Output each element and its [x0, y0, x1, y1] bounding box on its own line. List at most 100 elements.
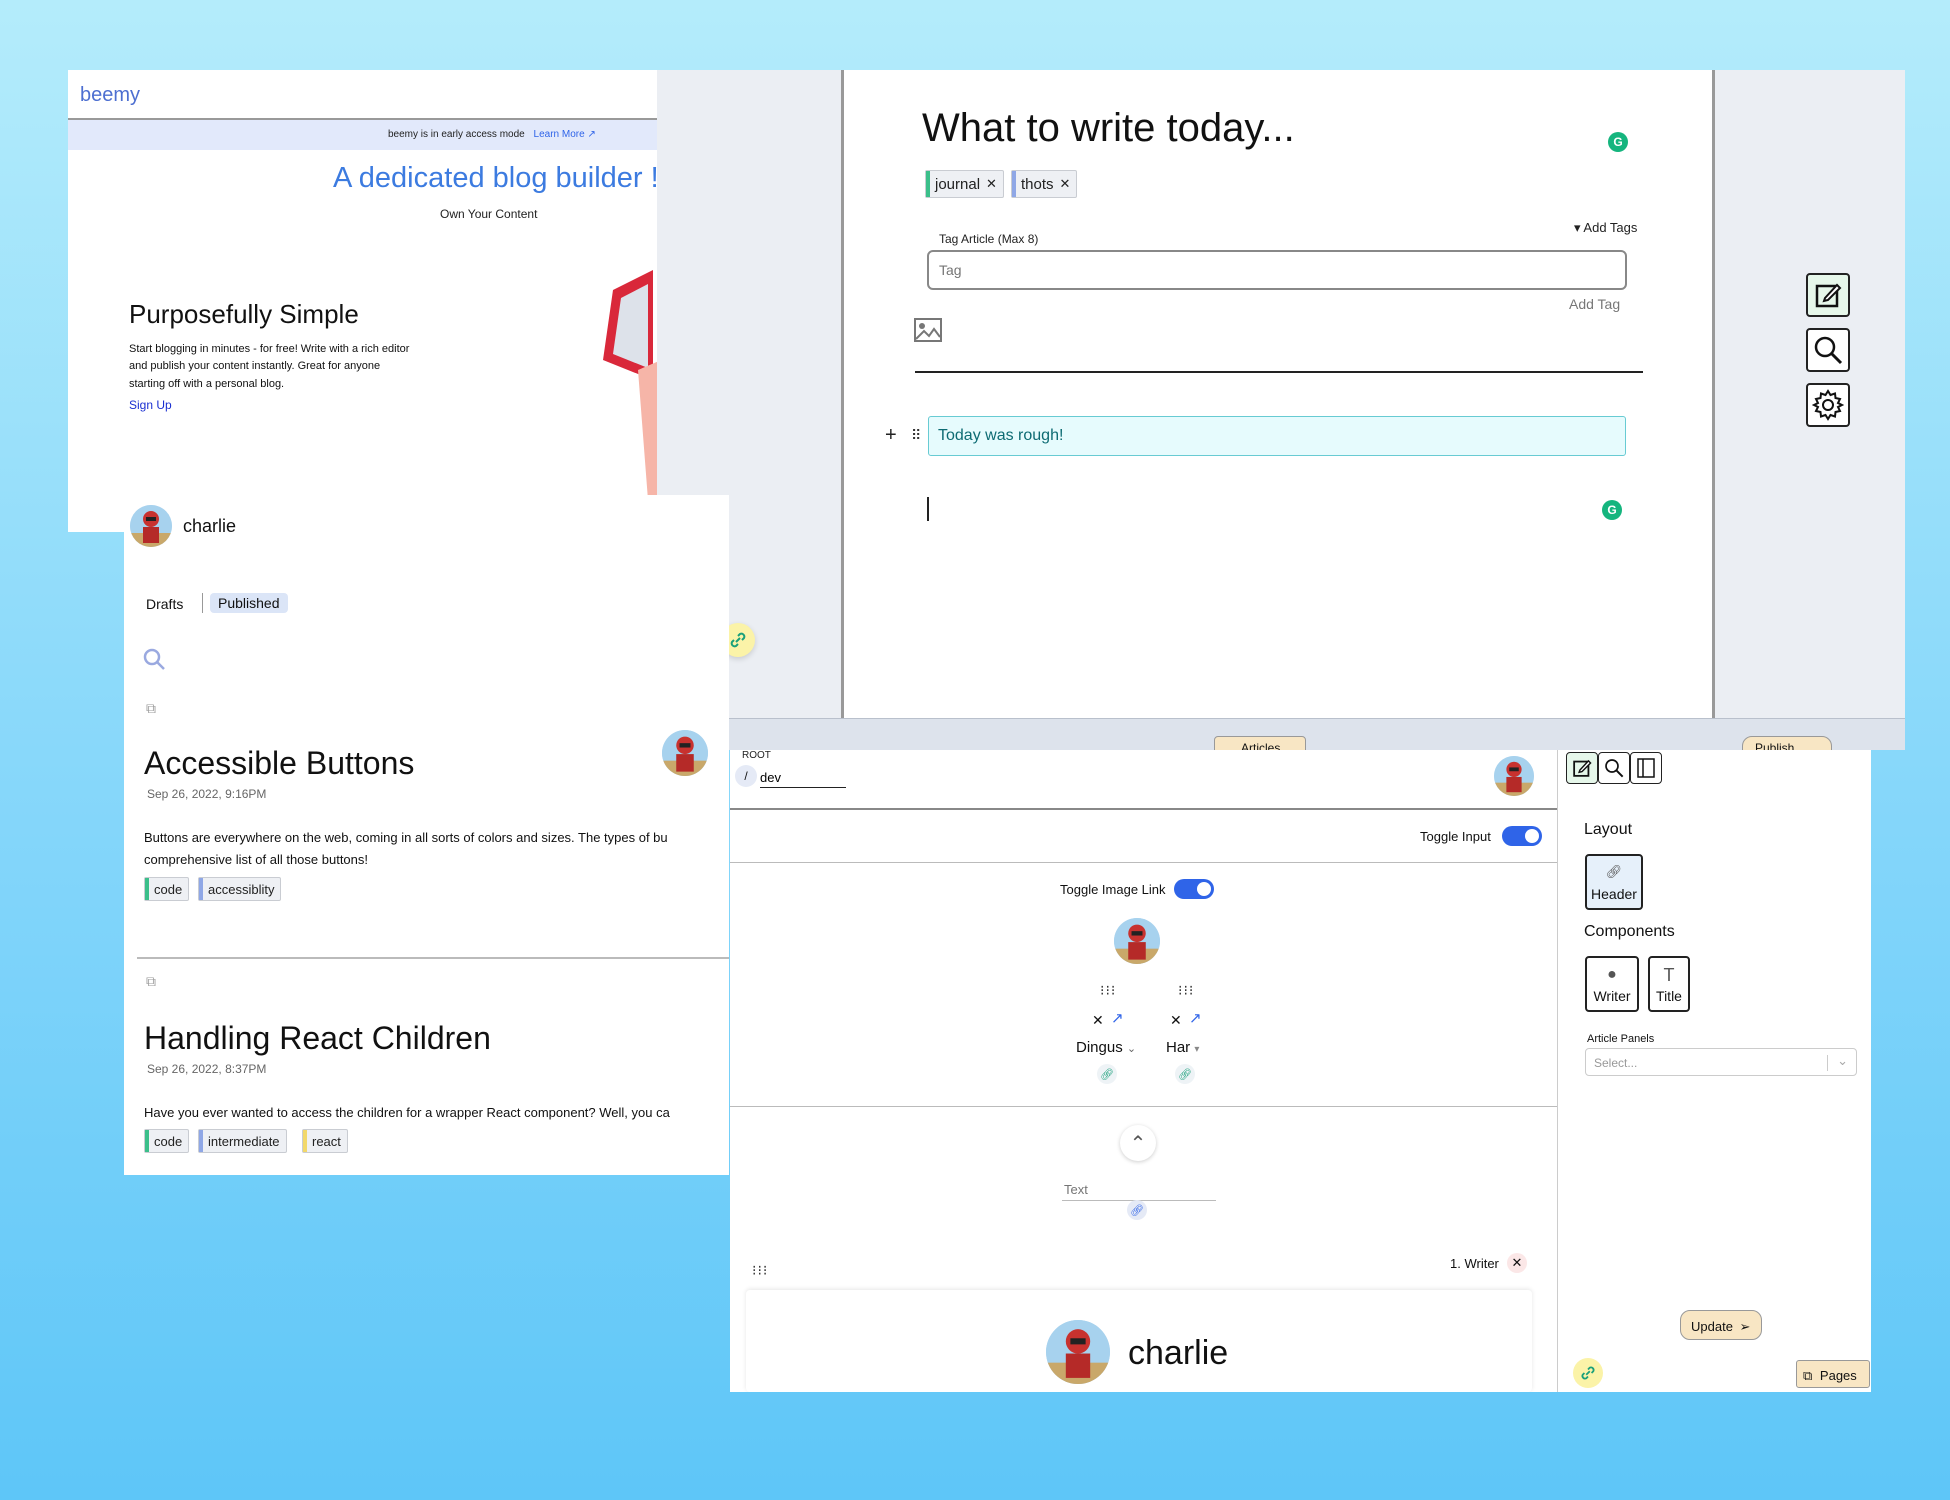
tag-thots[interactable]: thots ✕	[1011, 170, 1078, 198]
tag-accessiblity[interactable]: accessiblity	[198, 877, 282, 901]
drag-handle-icon[interactable]: ⁝⁝⁝	[1178, 982, 1194, 999]
external-link-icon[interactable]: ↗	[1189, 1009, 1202, 1027]
tool-search[interactable]	[1806, 328, 1850, 372]
article-title[interactable]: Handling React Children	[144, 1020, 491, 1057]
learn-more-link[interactable]: Learn More	[534, 129, 585, 140]
avatar[interactable]	[1114, 918, 1160, 964]
link-har-label: Har	[1166, 1039, 1191, 1056]
external-link-icon[interactable]: ↗	[1111, 1009, 1124, 1027]
feature-title: Purposefully Simple	[129, 299, 359, 329]
add-tags-toggle[interactable]: ▾ Add Tags	[1574, 220, 1637, 236]
edit-icon	[1815, 283, 1842, 308]
text-cursor	[927, 497, 929, 521]
image-icon[interactable]	[914, 318, 942, 342]
builder-rule-2	[730, 862, 1558, 863]
title-text-icon: T	[1663, 965, 1675, 985]
grammarly-icon[interactable]: G	[1608, 132, 1628, 152]
link-icon[interactable]: 🔗︎	[1097, 1064, 1117, 1084]
path-input[interactable]	[760, 767, 846, 788]
avatar[interactable]	[1494, 756, 1534, 796]
editor-divider	[915, 371, 1643, 373]
drag-handle-icon[interactable]: ⠿	[911, 427, 922, 444]
editor-window: What to write today... G journal ✕ thots…	[657, 70, 1905, 750]
copy-icon: ⧉	[1803, 1368, 1813, 1383]
root-label: ROOT	[742, 750, 771, 761]
article-panels-label: Article Panels	[1587, 1033, 1655, 1045]
avatar[interactable]	[1046, 1320, 1110, 1384]
signup-link[interactable]: Sign Up	[129, 398, 172, 412]
builder-header-rule	[730, 808, 1558, 810]
article-title[interactable]: Accessible Buttons	[144, 745, 414, 782]
drag-handle-icon[interactable]: ⁝⁝⁝	[752, 1262, 768, 1279]
editor-title[interactable]: What to write today...	[922, 106, 1295, 151]
tool-panel[interactable]	[1630, 752, 1662, 784]
avatar[interactable]	[130, 505, 172, 547]
close-icon[interactable]: ✕	[1170, 1012, 1182, 1029]
components-heading: Components	[1584, 923, 1675, 940]
avatar[interactable]	[662, 730, 708, 776]
feature-text-line-3: starting off with a personal blog.	[129, 378, 285, 390]
copy-icon[interactable]: ⧉	[146, 973, 156, 990]
tool-edit[interactable]	[1566, 752, 1598, 784]
chevron-down-icon: ⌄	[1126, 1043, 1137, 1055]
tag-code[interactable]: code	[144, 1129, 190, 1153]
tag-code[interactable]: code	[144, 877, 190, 901]
tool-edit[interactable]	[1806, 273, 1850, 317]
tab-drafts[interactable]: Drafts	[146, 596, 183, 612]
text-input[interactable]	[1062, 1178, 1216, 1201]
writer-label: 1. Writer	[1450, 1256, 1499, 1271]
articles-button[interactable]: Articles	[1214, 736, 1306, 750]
path-slash: /	[735, 765, 757, 787]
builder-rule-3	[730, 1106, 1558, 1107]
pages-button-label: Pages	[1819, 1368, 1857, 1383]
copy-icon[interactable]: ⧉	[146, 700, 156, 717]
content-block[interactable]: Today was rough!	[928, 416, 1626, 456]
link-dingus[interactable]: Dingus ⌄	[1076, 1039, 1136, 1056]
tag-intermediate[interactable]: intermediate	[198, 1129, 287, 1153]
share-link-icon[interactable]	[1573, 1358, 1603, 1388]
header-button[interactable]: 🔗︎ Header	[1585, 854, 1643, 910]
add-tag-button[interactable]: Add Tag	[1569, 296, 1620, 312]
toggle-image-link-switch[interactable]	[1174, 879, 1214, 899]
articles-label: Articles	[1241, 741, 1281, 750]
tab-published[interactable]: Published	[210, 593, 288, 613]
article-excerpt-2: comprehensive list of all those buttons!	[144, 852, 369, 867]
landing-logo[interactable]: beemy	[80, 84, 140, 107]
tag-react[interactable]: react	[302, 1129, 348, 1153]
pages-button[interactable]: ⧉ Pages	[1796, 1360, 1870, 1388]
drag-handle-icon[interactable]: ⁝⁝⁝	[1100, 982, 1116, 999]
toggle-image-link-label: Toggle Image Link	[1060, 882, 1166, 897]
toggle-input-switch[interactable]	[1502, 826, 1542, 846]
article-excerpt: Have you ever wanted to access the child…	[144, 1105, 670, 1120]
update-button[interactable]: Update ➢	[1680, 1310, 1762, 1340]
close-icon[interactable]: ✕	[1092, 1012, 1104, 1029]
link-icon[interactable]: 🔗︎	[1175, 1064, 1195, 1084]
title-button[interactable]: T Title	[1648, 956, 1690, 1012]
article-divider	[137, 957, 729, 959]
tag-input[interactable]	[927, 250, 1627, 290]
content-block-text: Today was rough!	[938, 427, 1064, 444]
sidebar-panel-icon	[1637, 758, 1655, 778]
link-icon[interactable]: 🔗︎	[1127, 1200, 1147, 1220]
writer-button[interactable]: ● Writer	[1585, 956, 1639, 1012]
tool-settings[interactable]	[1806, 383, 1850, 427]
link-dingus-label: Dingus	[1076, 1039, 1123, 1056]
grammarly-icon[interactable]: G	[1602, 500, 1622, 520]
writer-button-label: Writer	[1593, 988, 1631, 1004]
publish-button[interactable]: Publish	[1742, 736, 1832, 750]
tag-field-label: Tag Article (Max 8)	[939, 232, 1039, 246]
link-har[interactable]: Har ▾	[1166, 1039, 1199, 1056]
tool-search[interactable]	[1598, 752, 1630, 784]
search-icon[interactable]	[142, 647, 166, 671]
close-icon[interactable]: ✕	[986, 176, 997, 192]
profile-window: charlie Drafts Published ⧉ Accessible Bu…	[124, 495, 729, 1175]
layout-heading: Layout	[1584, 821, 1633, 838]
close-icon[interactable]: ✕	[1060, 176, 1071, 192]
writer-name: charlie	[1128, 1334, 1229, 1372]
tag-journal[interactable]: journal ✕	[925, 170, 1004, 198]
add-block-icon[interactable]: +	[885, 424, 897, 447]
close-icon[interactable]: ✕	[1507, 1253, 1527, 1273]
hero-illustration	[603, 270, 668, 530]
article-panels-select[interactable]: Select... ⌄	[1585, 1048, 1857, 1076]
chevron-up-icon[interactable]: ⌃	[1120, 1125, 1156, 1161]
